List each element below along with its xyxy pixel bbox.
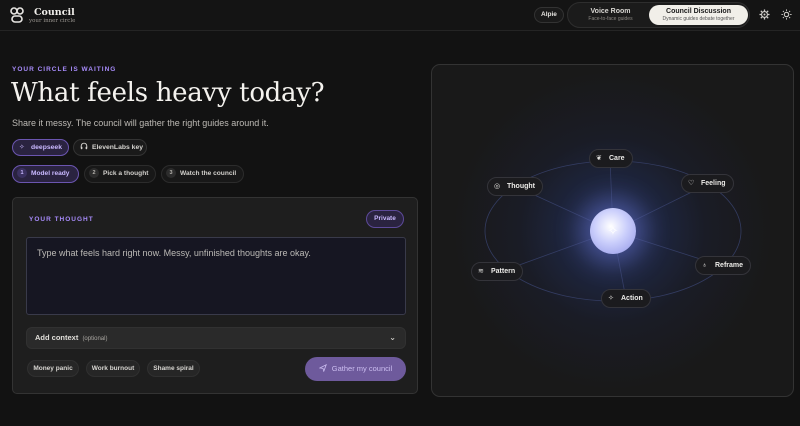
step-label: Model ready: [31, 170, 70, 177]
brain-icon: ◎: [494, 183, 501, 190]
private-badge: Private: [366, 210, 404, 228]
guide-label: Care: [609, 155, 625, 162]
council-visualization: ✧ ❦ Care ◎ Thought ♡ Feeling ≋ Pattern ♁ Refr…: [431, 64, 794, 397]
guide-label: Action: [621, 295, 643, 302]
council-logo-icon[interactable]: [9, 6, 25, 24]
council-core-sparkle-icon: ✧: [590, 208, 636, 254]
guide-node-care[interactable]: ❦ Care: [589, 149, 633, 168]
guide-node-thought[interactable]: ◎ Thought: [487, 177, 543, 196]
step-watch-council: 3 Watch the council: [161, 165, 244, 183]
gear-icon[interactable]: [758, 8, 771, 21]
lightbulb-icon: ♁: [702, 262, 708, 269]
guide-node-pattern[interactable]: ≋ Pattern: [471, 262, 524, 281]
step-number: 1: [17, 168, 27, 178]
guide-node-reframe[interactable]: ♁ Reframe: [695, 256, 752, 275]
pattern-icon: ≋: [478, 268, 484, 275]
elevenlabs-key-chip[interactable]: ElevenLabs key: [73, 139, 147, 156]
mode-subtitle: Dynamic guides debate together: [662, 16, 735, 22]
context-optional: (optional): [82, 336, 108, 342]
brand-subtitle: your inner circle: [29, 18, 76, 24]
suggestion-tag-work-burnout[interactable]: Work burnout: [86, 360, 140, 377]
page-subtitle: Share it messy. The council will gather …: [12, 118, 269, 128]
eyebrow-label: YOUR CIRCLE IS WAITING: [12, 66, 117, 73]
thought-card-label: YOUR THOUGHT: [29, 216, 94, 223]
suggestion-tag-money-panic[interactable]: Money panic: [27, 360, 79, 377]
suggestion-tag-shame-spiral[interactable]: Shame spiral: [147, 360, 200, 377]
provider-label: deepseek: [31, 144, 62, 151]
guide-label: Thought: [507, 183, 535, 190]
add-context-toggle[interactable]: Add context (optional) ⌄: [26, 327, 406, 349]
provider-chip[interactable]: ✧ deepseek: [12, 139, 69, 156]
sparkle-icon: ✧: [608, 295, 614, 302]
guide-label: Reframe: [715, 262, 744, 269]
heart-icon: ♡: [688, 180, 695, 187]
mode-title: Council Discussion: [666, 8, 731, 15]
sparkle-icon: ✧: [19, 144, 25, 151]
page-title: What feels heavy today?: [11, 78, 325, 108]
voice-room-tab[interactable]: Voice Room Face-to-face guides: [573, 5, 648, 25]
council-discussion-tab[interactable]: Council Discussion Dynamic guides debate…: [649, 5, 748, 25]
guide-label: Pattern: [491, 268, 516, 275]
mode-title: Voice Room: [590, 8, 631, 15]
step-number: 2: [89, 168, 99, 178]
step-number: 3: [166, 168, 176, 178]
step-pick-thought: 2 Pick a thought: [84, 165, 156, 183]
context-label: Add context: [35, 333, 79, 342]
guide-label: Feeling: [701, 180, 726, 187]
model-selector-button[interactable]: Alpie: [534, 7, 564, 23]
gather-council-button[interactable]: Gather my council: [305, 357, 406, 381]
send-icon: [318, 357, 328, 381]
thought-input[interactable]: [26, 237, 406, 315]
chevron-down-icon: ⌄: [389, 333, 396, 342]
mode-subtitle: Face-to-face guides: [588, 16, 633, 22]
headphones-icon: [80, 140, 89, 155]
thought-card: YOUR THOUGHT Private Add context (option…: [12, 197, 418, 394]
guide-node-action[interactable]: ✧ Action: [601, 289, 651, 308]
mode-toggle: Voice Room Face-to-face guides Council D…: [567, 2, 750, 28]
step-model-ready: 1 Model ready: [12, 165, 79, 183]
elevenlabs-label: ElevenLabs key: [92, 144, 144, 151]
brand-title: Council: [34, 7, 75, 18]
step-label: Watch the council: [180, 170, 237, 177]
guide-node-feeling[interactable]: ♡ Feeling: [681, 174, 734, 193]
step-label: Pick a thought: [103, 170, 149, 177]
gather-label: Gather my council: [331, 364, 393, 373]
sun-icon[interactable]: [780, 8, 793, 21]
top-bar: Council your inner circle Alpie Voice Ro…: [0, 0, 800, 31]
leaf-icon: ❦: [596, 155, 602, 162]
